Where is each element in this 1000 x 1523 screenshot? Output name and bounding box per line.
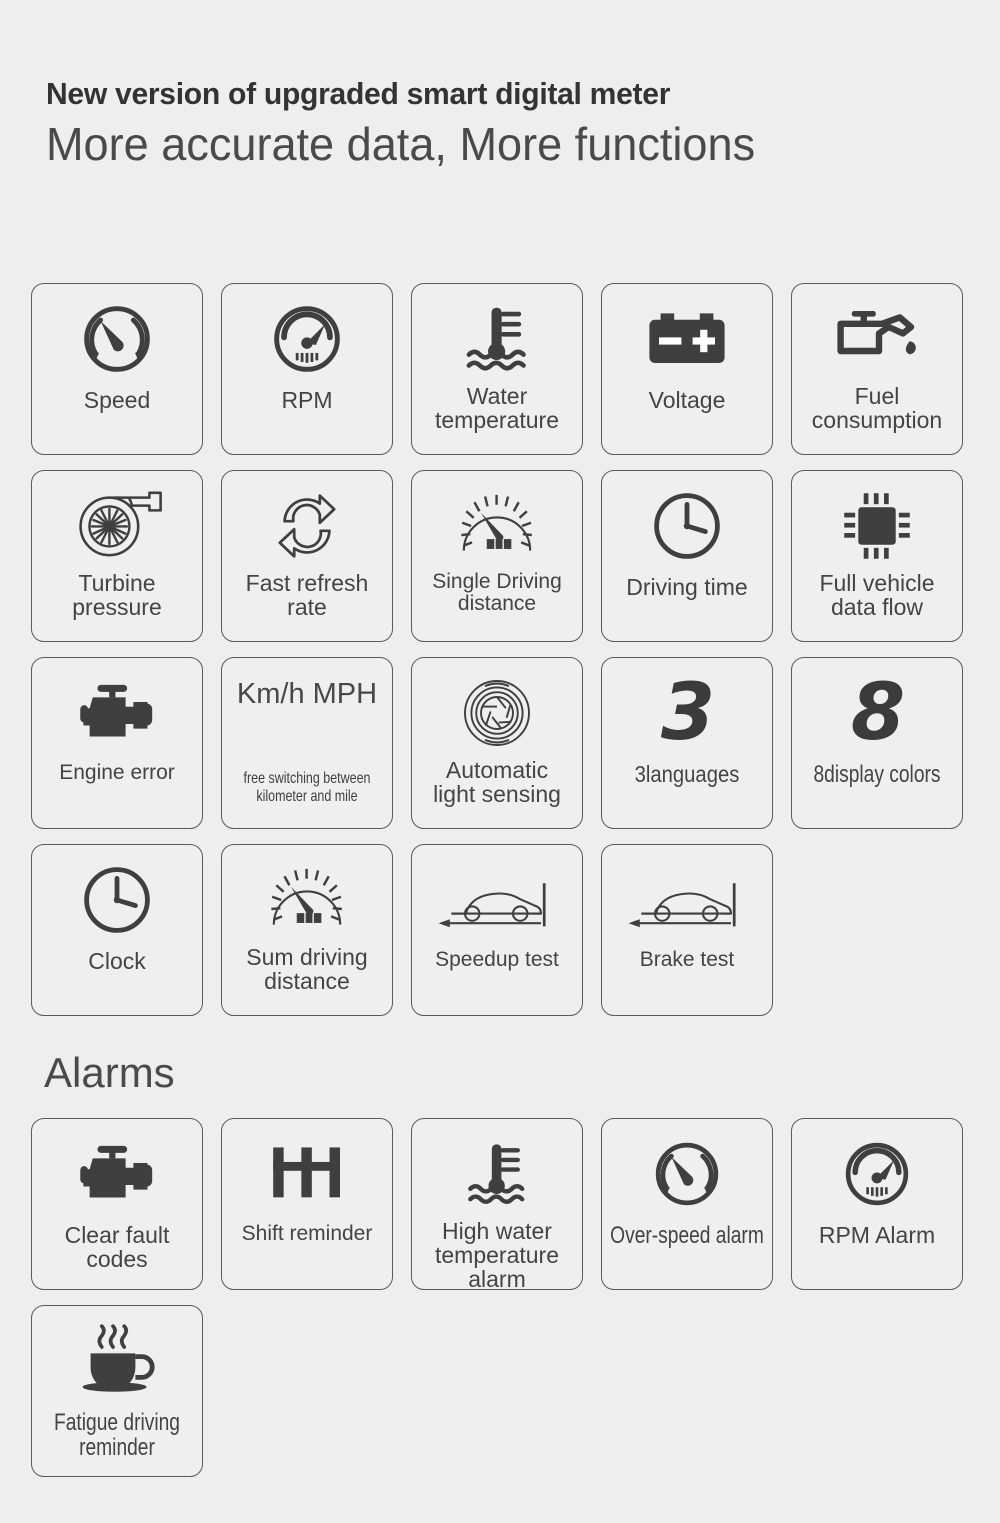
engine-icon — [32, 658, 202, 762]
feature-label: Sum driving distance — [208, 945, 406, 993]
alarms-section-title: Alarms — [44, 1052, 175, 1094]
feature-card-voltage[interactable]: Voltage — [601, 283, 773, 455]
alarm-label: Fatigue driving reminder — [38, 1410, 196, 1460]
digit-8-glyph: 8 — [851, 661, 903, 765]
alarm-label: Clear fault codes — [18, 1223, 216, 1271]
feature-card-clock[interactable]: Clock — [31, 844, 203, 1016]
unit-switch-subtext: free switching between kilometer and mil… — [242, 770, 371, 806]
feature-card-fast-refresh-rate[interactable]: Fast refresh rate — [221, 470, 393, 642]
clock-icon — [32, 845, 202, 949]
clock-icon — [602, 471, 772, 575]
feature-label: Brake test — [588, 949, 786, 971]
digit-8-icon: 8 — [792, 658, 962, 762]
speedometer-icon — [32, 284, 202, 388]
water-temperature-icon — [412, 1119, 582, 1223]
header-block: New version of upgraded smart digital me… — [46, 78, 986, 170]
feature-row: Clock — [31, 844, 983, 1016]
feature-label: Turbine pressure — [18, 571, 216, 619]
engine-icon — [32, 1119, 202, 1223]
oil-can-icon — [792, 284, 962, 388]
speedometer-icon — [602, 1119, 772, 1223]
coffee-cup-icon — [32, 1306, 202, 1410]
turbocharger-icon — [32, 471, 202, 575]
alarm-card-rpm[interactable]: RPM Alarm — [791, 1118, 963, 1290]
feature-card-turbine-pressure[interactable]: Turbine pressure — [31, 470, 203, 642]
alarm-label: High water temperature alarm — [398, 1219, 596, 1291]
feature-label: Fast refresh rate — [208, 571, 406, 619]
feature-card-driving-time[interactable]: Driving time — [601, 470, 773, 642]
feature-card-water-temperature[interactable]: Water temperature — [411, 283, 583, 455]
unit-switch-text: Km/h MPH — [237, 658, 377, 713]
feature-label: Water temperature — [398, 384, 596, 432]
page-subtitle: More accurate data, More functions — [46, 118, 967, 171]
speedup-car-icon — [412, 845, 582, 949]
gear-shift-icon — [222, 1119, 392, 1223]
feature-card-single-driving-distance[interactable]: Single Driving distance — [411, 470, 583, 642]
feature-label: Full vehicle data flow — [778, 571, 976, 619]
feature-label: Automatic light sensing — [398, 758, 596, 806]
cpu-chip-icon — [792, 471, 962, 575]
alarms-grid: Clear fault codes Shift reminder — [31, 1118, 983, 1492]
feature-card-fuel-consumption[interactable]: Fuel consumption — [791, 283, 963, 455]
digit-3-icon: 3 — [602, 658, 772, 762]
page-title: New version of upgraded smart digital me… — [46, 78, 958, 111]
feature-label: Fuel consumption — [778, 384, 976, 432]
feature-row: Turbine pressure Fast refresh rate — [31, 470, 983, 642]
alarm-card-clear-fault-codes[interactable]: Clear fault codes — [31, 1118, 203, 1290]
feature-label: Speed — [18, 388, 216, 412]
features-grid: Speed RPM — [31, 283, 983, 1031]
rpm-gauge-icon — [222, 284, 392, 388]
brake-car-icon — [602, 845, 772, 949]
alarm-row: Fatigue driving reminder — [31, 1305, 983, 1477]
feature-card-8-display-colors[interactable]: 8 8display colors — [791, 657, 963, 829]
feature-row: Speed RPM — [31, 283, 983, 455]
feature-card-brake-test[interactable]: Brake test — [601, 844, 773, 1016]
feature-card-automatic-light-sensing[interactable]: Automatic light sensing — [411, 657, 583, 829]
feature-card-rpm[interactable]: RPM — [221, 283, 393, 455]
alarm-label: RPM Alarm — [778, 1223, 976, 1247]
feature-card-engine-error[interactable]: Engine error — [31, 657, 203, 829]
feature-label: Speedup test — [398, 949, 596, 971]
feature-card-sum-driving-distance[interactable]: Sum driving distance — [221, 844, 393, 1016]
alarm-card-fatigue-driving-reminder[interactable]: Fatigue driving reminder — [31, 1305, 203, 1477]
alarm-card-high-water-temperature[interactable]: High water temperature alarm — [411, 1118, 583, 1290]
feature-card-speedup-test[interactable]: Speedup test — [411, 844, 583, 1016]
aperture-icon — [412, 658, 582, 762]
water-temperature-icon — [412, 284, 582, 388]
alarm-label: Shift reminder — [208, 1223, 406, 1245]
feature-card-speed[interactable]: Speed — [31, 283, 203, 455]
rpm-gauge-icon — [792, 1119, 962, 1223]
refresh-arrows-icon — [222, 471, 392, 575]
digit-3-glyph: 3 — [661, 661, 713, 765]
feature-label: Clock — [18, 949, 216, 973]
alarm-card-shift-reminder[interactable]: Shift reminder — [221, 1118, 393, 1290]
feature-label: 3languages — [600, 762, 774, 786]
odometer-icon — [222, 845, 392, 949]
battery-icon — [602, 284, 772, 388]
feature-row: Engine error Km/h MPH free switching bet… — [31, 657, 983, 829]
feature-card-3-languages[interactable]: 3 3languages — [601, 657, 773, 829]
alarm-card-over-speed[interactable]: Over-speed alarm — [601, 1118, 773, 1290]
feature-label: Driving time — [588, 575, 786, 599]
feature-label: 8display colors — [798, 762, 956, 787]
alarm-label: Over-speed alarm — [608, 1223, 766, 1248]
odometer-icon — [412, 471, 582, 575]
feature-card-unit-switching[interactable]: Km/h MPH free switching between kilomete… — [221, 657, 393, 829]
feature-label: RPM — [208, 388, 406, 412]
alarm-row: Clear fault codes Shift reminder — [31, 1118, 983, 1290]
feature-label: Single Driving distance — [398, 571, 596, 615]
feature-label: Engine error — [18, 762, 216, 784]
feature-label: Voltage — [588, 388, 786, 412]
feature-card-full-vehicle-data-flow[interactable]: Full vehicle data flow — [791, 470, 963, 642]
